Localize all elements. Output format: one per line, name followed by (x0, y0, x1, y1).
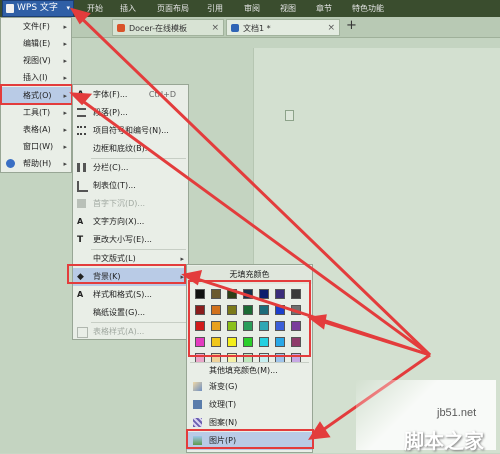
watermark-brand: 脚本之家 (404, 429, 484, 453)
arrowhead-icon (181, 270, 203, 286)
arrowhead-icon (69, 7, 91, 25)
watermark-site: jb51.net (437, 407, 477, 419)
arrow-line (72, 92, 431, 357)
arrow-line (71, 8, 432, 357)
arrowhead-icon (69, 92, 93, 106)
arrowhead-icon (308, 421, 331, 440)
arrowhead-icon (307, 314, 327, 330)
